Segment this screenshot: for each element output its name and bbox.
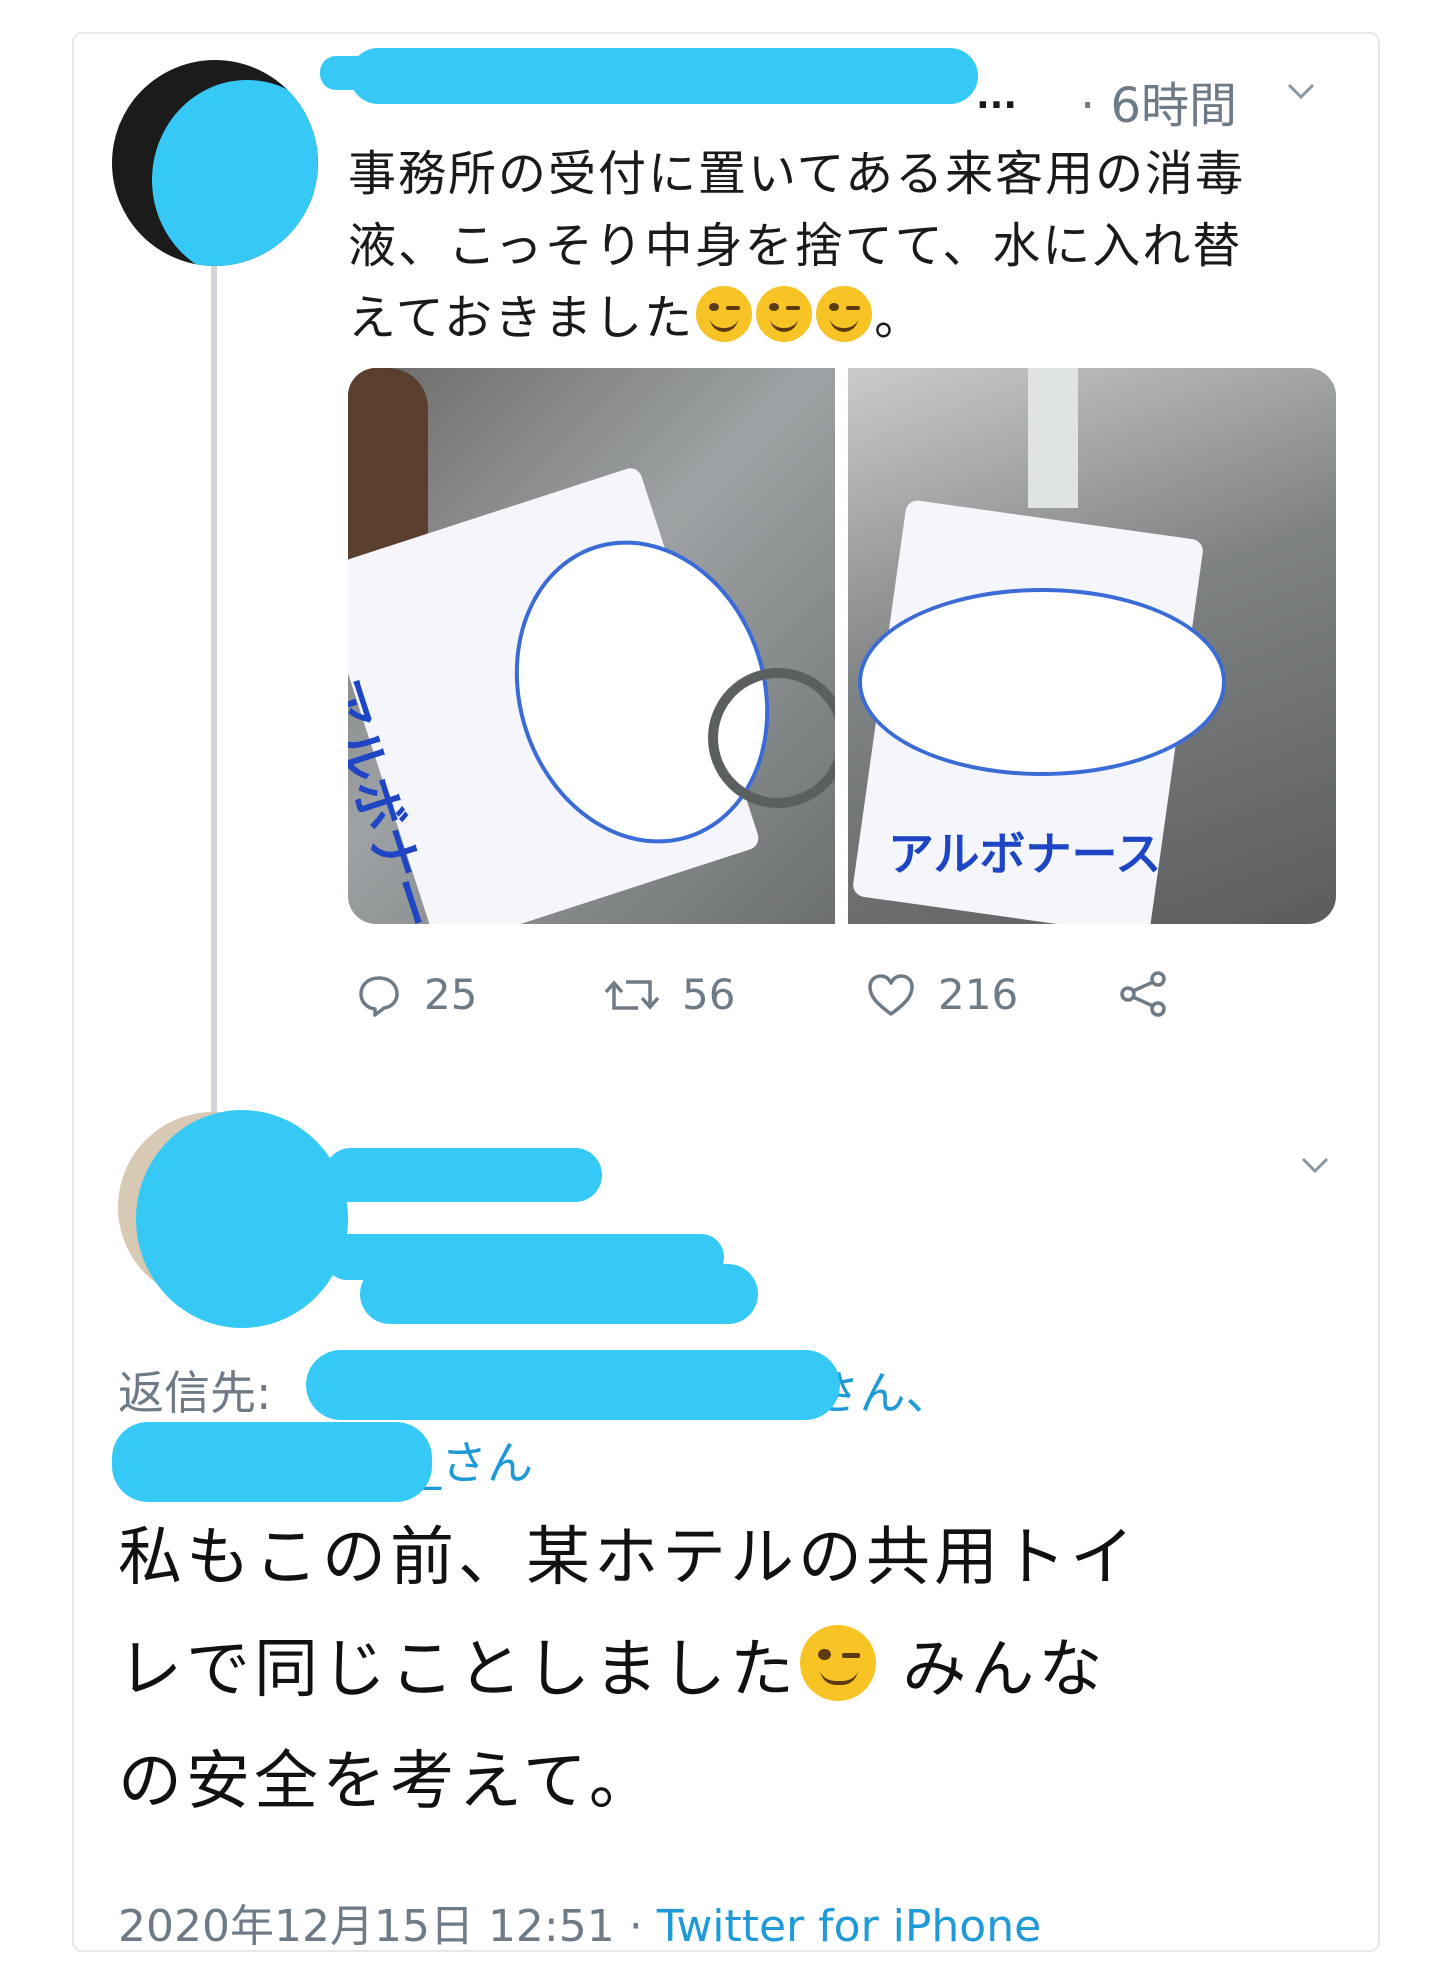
tweet-end-punct: 。 bbox=[874, 290, 925, 346]
tweet-photo-1[interactable]: アルボナース bbox=[348, 368, 835, 924]
redaction-mark bbox=[306, 1350, 840, 1420]
redaction-mark bbox=[320, 56, 380, 90]
retweet-count: 56 bbox=[682, 970, 736, 1019]
tweet-line: 液、こっそり中身を捨てて、水に入れ替 bbox=[348, 218, 1243, 274]
faucet-shape bbox=[1028, 368, 1078, 508]
tweet-line-text: えておきました bbox=[348, 290, 695, 346]
tweet-line: 事務所の受付に置いてある来客用の消毒 bbox=[348, 146, 1246, 202]
reply-line: 私もこの前、某ホテルの共用トイ bbox=[118, 1521, 1138, 1595]
time-separator: · bbox=[1080, 78, 1111, 134]
reply-icon bbox=[359, 975, 399, 1017]
heart-icon bbox=[868, 973, 914, 1016]
redaction-mark bbox=[112, 1422, 432, 1502]
reply-line-text: みんな bbox=[878, 1633, 1107, 1707]
tweet-line-3: えておきました 。 bbox=[348, 282, 1338, 354]
handwritten-note bbox=[858, 588, 1226, 776]
chevron-down-icon[interactable] bbox=[1286, 82, 1316, 100]
footer-separator: · bbox=[614, 1901, 657, 1952]
redaction-mark bbox=[152, 80, 318, 266]
tweet-time[interactable]: · 6時間 bbox=[1080, 66, 1237, 136]
redaction-mark bbox=[136, 1110, 348, 1328]
reply-line-text: レで同じことしました bbox=[118, 1633, 798, 1707]
redacted-display-name[interactable] bbox=[324, 1148, 602, 1202]
product-brand: アルボナース bbox=[888, 827, 1162, 881]
tweet-client[interactable]: Twitter for iPhone bbox=[657, 1901, 1041, 1952]
winking-face-emoji-icon bbox=[800, 1625, 876, 1701]
time-value: 6時間 bbox=[1110, 78, 1238, 134]
share-button[interactable] bbox=[1118, 970, 1170, 1018]
tweet-photo-2[interactable]: アルボナース bbox=[848, 368, 1336, 924]
reply-text: 私もこの前、某ホテルの共用トイ レで同じことしました みんな の安全を考えて。 bbox=[118, 1502, 1338, 1838]
winking-face-emoji-icon bbox=[756, 286, 813, 342]
drain-shape bbox=[708, 668, 835, 808]
reply-line: の安全を考えて。 bbox=[118, 1745, 657, 1819]
like-button[interactable]: 216 bbox=[866, 970, 1018, 1019]
redacted-username[interactable] bbox=[350, 48, 978, 104]
reply-count: 25 bbox=[424, 970, 478, 1019]
reply-to-label: 返信先: bbox=[118, 1366, 272, 1420]
display-name-ellipsis: ... bbox=[976, 76, 1018, 117]
retweet-button[interactable]: 56 bbox=[604, 970, 735, 1019]
tweet-footer: 2020年12月15日 12:51 · Twitter for iPhone bbox=[118, 1890, 1041, 1954]
reply-button[interactable]: 25 bbox=[356, 970, 477, 1019]
avatar[interactable] bbox=[112, 60, 318, 266]
winking-face-emoji-icon bbox=[696, 286, 753, 342]
reply-to-mention[interactable]: _さん bbox=[418, 1436, 533, 1490]
share-icon bbox=[1120, 971, 1166, 1017]
tweet-text: 事務所の受付に置いてある来客用の消毒 液、こっそり中身を捨てて、水に入れ替 えて… bbox=[348, 138, 1338, 354]
like-count: 216 bbox=[938, 970, 1019, 1019]
tweet-timestamp[interactable]: 2020年12月15日 12:51 bbox=[118, 1901, 615, 1952]
thread-connector bbox=[211, 255, 217, 1115]
redacted-username[interactable] bbox=[360, 1264, 758, 1324]
reply-line-2: レで同じことしました みんな bbox=[118, 1614, 1338, 1726]
winking-face-emoji-icon bbox=[816, 286, 873, 342]
chevron-down-icon[interactable] bbox=[1300, 1156, 1330, 1174]
retweet-icon bbox=[604, 979, 660, 1010]
